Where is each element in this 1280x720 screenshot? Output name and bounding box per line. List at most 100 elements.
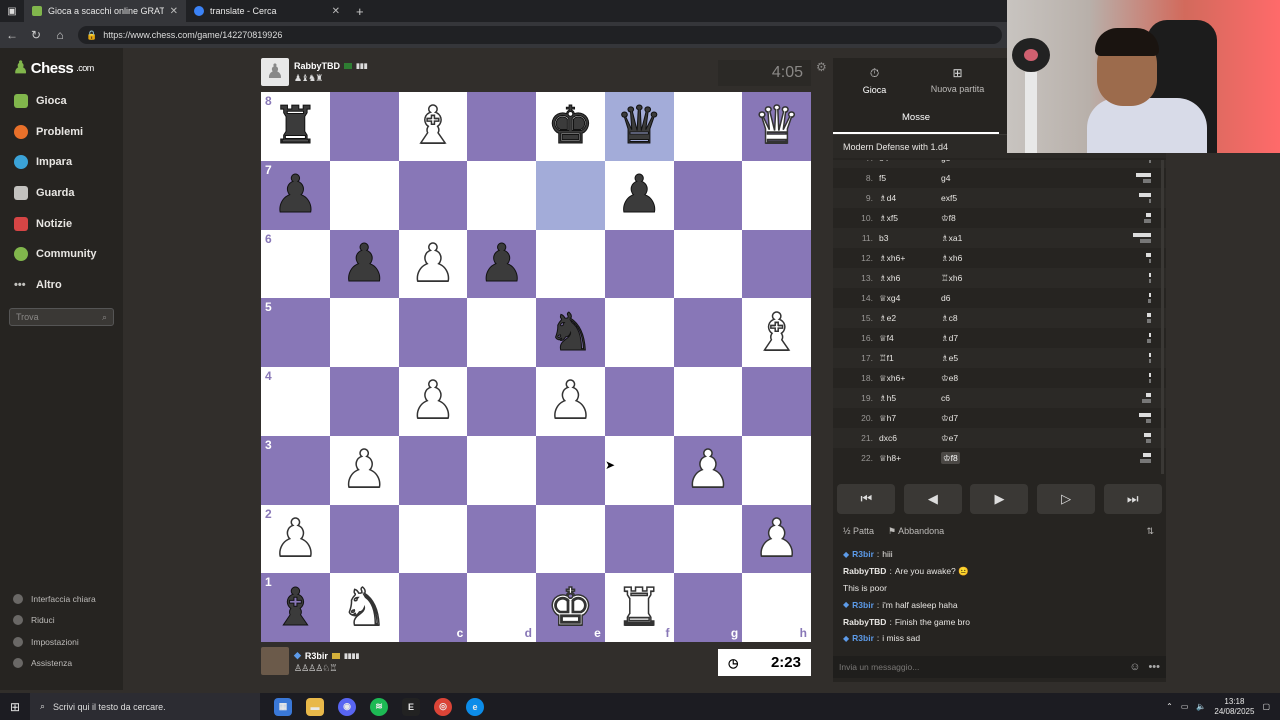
sidebar-item-problemi[interactable]: Problemi: [0, 117, 123, 148]
windows-start-icon[interactable]: ⊞: [0, 700, 30, 714]
black-move[interactable]: ♗d7: [941, 333, 1111, 344]
discord-icon[interactable]: ◉: [338, 697, 356, 716]
white-pawn-icon[interactable]: ♟: [753, 512, 801, 566]
avatar[interactable]: [261, 647, 289, 675]
black-move[interactable]: ♔d7: [941, 413, 1111, 424]
player-name[interactable]: RabbyTBD: [294, 61, 340, 71]
board-square[interactable]: [604, 298, 674, 367]
board-square[interactable]: [604, 229, 674, 299]
chat-author[interactable]: RabbyTBD: [843, 617, 886, 627]
file-explorer-icon[interactable]: ▬: [306, 697, 324, 716]
board-square[interactable]: ♟: [329, 229, 399, 299]
url-field[interactable]: 🔒 https://www.chess.com/game/14227081992…: [78, 26, 1002, 44]
board-square[interactable]: [398, 298, 468, 367]
board-square[interactable]: 8 ♜: [261, 92, 330, 161]
sidebar-item-gioca[interactable]: Gioca: [0, 86, 123, 117]
white-pawn-icon[interactable]: ♟: [684, 443, 732, 497]
epic-games-icon[interactable]: E: [402, 697, 420, 716]
board-square[interactable]: [673, 160, 743, 230]
board-square[interactable]: 7 ♟: [261, 160, 330, 230]
black-move[interactable]: ♗xh6: [941, 253, 1111, 264]
white-move[interactable]: b3: [879, 233, 941, 243]
volume-icon[interactable]: 🔈: [1196, 702, 1206, 711]
black-move[interactable]: ♖xh6: [941, 273, 1111, 284]
board-square[interactable]: ♟: [398, 367, 468, 436]
board-square[interactable]: [742, 160, 811, 230]
white-move[interactable]: ♗xh6: [879, 273, 941, 284]
new-tab-button[interactable]: +: [348, 4, 372, 19]
network-icon[interactable]: ▭: [1181, 702, 1189, 711]
board-square[interactable]: g: [673, 573, 743, 642]
board-square[interactable]: [536, 160, 605, 230]
black-move[interactable]: ♗c8: [941, 313, 1111, 324]
prev-move-button[interactable]: ◀: [903, 484, 962, 514]
taskbar-search-input[interactable]: ⌕ Scrivi qui il testo da cercare.: [30, 693, 260, 720]
chat-author[interactable]: R3bir: [852, 633, 874, 643]
board-square[interactable]: [742, 229, 811, 299]
black-rook-icon[interactable]: ♜: [272, 100, 320, 153]
first-move-button[interactable]: ⏮: [837, 484, 896, 514]
board-square[interactable]: [467, 367, 536, 436]
board-square[interactable]: d: [467, 573, 536, 642]
black-queen-icon[interactable]: ♛: [615, 100, 663, 153]
board-square[interactable]: 2 ♟: [261, 504, 330, 574]
settings-link[interactable]: Impostazioni: [0, 631, 123, 653]
board-square[interactable]: [329, 92, 399, 161]
white-rook-icon[interactable]: ♜: [615, 581, 663, 635]
board-square[interactable]: [742, 435, 811, 505]
board-square[interactable]: ♟: [604, 160, 674, 230]
black-move[interactable]: ♔f8: [941, 213, 1111, 224]
board-square[interactable]: [398, 160, 468, 230]
white-queen-icon[interactable]: ♛: [753, 100, 801, 154]
notifications-icon[interactable]: ▢: [1262, 702, 1270, 711]
chat-author[interactable]: R3bir: [852, 600, 874, 610]
tab-mosse[interactable]: Mosse: [833, 102, 999, 134]
board-square[interactable]: ♞: [329, 573, 399, 642]
black-pawn-icon[interactable]: ♟: [272, 169, 320, 222]
white-pawn-icon[interactable]: ♟: [340, 443, 388, 497]
board-square[interactable]: 3: [261, 435, 330, 505]
chat-input[interactable]: Invia un messaggio... ☺ •••: [833, 656, 1166, 678]
board-square[interactable]: [536, 504, 605, 574]
black-pawn-icon[interactable]: ♟: [615, 169, 663, 222]
board-square[interactable]: [673, 298, 743, 367]
black-move[interactable]: ♔e8: [941, 373, 1111, 384]
tab-chess[interactable]: Gioca a scacchi online GRATIS ✕: [24, 0, 186, 22]
chess-logo[interactable]: ♟ Chess .com: [0, 48, 123, 78]
draw-button[interactable]: ½ Patta: [843, 526, 874, 536]
sidebar-item-guarda[interactable]: Guarda: [0, 178, 123, 209]
board-square[interactable]: ♟: [742, 504, 811, 574]
player-name[interactable]: R3bir: [305, 651, 328, 661]
white-move[interactable]: ♖f1: [879, 353, 941, 364]
board-square[interactable]: ♝: [742, 298, 811, 367]
chat-author[interactable]: R3bir: [852, 549, 874, 559]
board-square[interactable]: [604, 504, 674, 574]
white-move[interactable]: ♗xh6+: [879, 253, 941, 264]
board-square[interactable]: [329, 367, 399, 436]
white-bishop-icon[interactable]: ♝: [753, 306, 801, 360]
board-square[interactable]: ♚: [536, 92, 605, 161]
close-tab-icon[interactable]: ✕: [332, 6, 340, 17]
board-square[interactable]: 4: [261, 367, 330, 436]
board-square[interactable]: [536, 229, 605, 299]
board-square[interactable]: [467, 435, 536, 505]
close-tab-icon[interactable]: ✕: [170, 6, 178, 17]
board-square[interactable]: h: [742, 573, 811, 642]
chrome-icon[interactable]: ◎: [434, 697, 452, 716]
white-move[interactable]: ♕xh6+: [879, 373, 941, 384]
black-move[interactable]: g4: [941, 173, 1111, 183]
resign-button[interactable]: ⚑ Abbandona: [888, 526, 944, 537]
white-move[interactable]: ♕h7: [879, 413, 941, 424]
board-square[interactable]: f ♜: [604, 573, 674, 642]
white-pawn-icon[interactable]: ♟: [409, 237, 457, 291]
sidebar-item-community[interactable]: Community: [0, 239, 123, 270]
move-list-scrollbar[interactable]: [1161, 160, 1164, 474]
board-square[interactable]: e ♚: [536, 573, 605, 642]
help-link[interactable]: Assistenza: [0, 653, 123, 675]
board-square[interactable]: ♛: [742, 92, 811, 161]
collapse-link[interactable]: Riduci: [0, 610, 123, 632]
back-icon[interactable]: ←: [0, 28, 24, 42]
white-move[interactable]: ♗d4: [879, 193, 941, 204]
next-move-button[interactable]: ▷: [1037, 484, 1096, 514]
light-theme-link[interactable]: Interfaccia chiara: [0, 588, 123, 610]
